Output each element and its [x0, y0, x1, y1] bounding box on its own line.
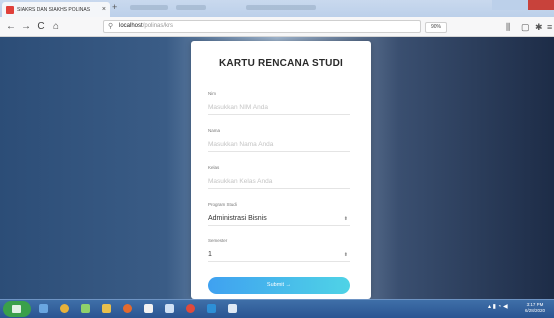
- blurred-window-title: [246, 5, 316, 10]
- taskbar-notepad-icon[interactable]: [225, 302, 240, 316]
- reload-icon[interactable]: C: [35, 20, 47, 34]
- extension-icon[interactable]: ✱: [535, 20, 543, 34]
- select-arrow-icon: ⬍: [343, 252, 348, 258]
- browser-nav-bar: ← → C ⌂ ⚲ localhost/polinas/krs 90% ⫼ ▢ …: [0, 17, 554, 37]
- window-controls: [492, 0, 554, 10]
- windows-logo-icon: [12, 305, 21, 313]
- kelas-input[interactable]: Masukkan Kelas Anda: [208, 176, 350, 189]
- start-button[interactable]: [3, 301, 31, 317]
- taskbar-app-icon[interactable]: [78, 302, 93, 316]
- krs-form-card: KARTU RENCANA STUDI Nim Masukkan NIM And…: [191, 41, 371, 299]
- url-text: localhost/polinas/krs: [119, 23, 174, 29]
- system-clock[interactable]: 3:17 PM 6/28/2020: [522, 302, 548, 314]
- browser-tab-bar: SIAKRS DAN SIAKHS POLINAS × +: [0, 0, 554, 17]
- minimize-button[interactable]: [492, 0, 510, 10]
- nama-label: Nama: [208, 128, 221, 133]
- close-window-button[interactable]: [528, 0, 554, 10]
- kelas-label: Kelas: [208, 165, 220, 170]
- taskbar-opera-icon[interactable]: [183, 302, 198, 316]
- semester-label: Semester: [208, 238, 228, 243]
- close-tab-icon[interactable]: ×: [102, 6, 106, 13]
- program-studi-label: Program Studi: [208, 202, 237, 207]
- clock-time: 3:17 PM: [526, 302, 544, 307]
- program-studi-value: Administrasi Bisnis: [208, 215, 267, 222]
- semester-field: Semester 1 ⬍: [208, 238, 350, 262]
- taskbar-media-icon[interactable]: [141, 302, 156, 316]
- select-arrow-icon: ⬍: [343, 216, 348, 222]
- favicon-icon: [6, 5, 14, 14]
- menu-icon[interactable]: ≡: [547, 20, 552, 34]
- taskbar: ▴ ▮ ◔ ◀ 3:17 PM 6/28/2020: [0, 299, 554, 318]
- taskbar-window-icon[interactable]: [162, 302, 177, 316]
- back-icon[interactable]: ←: [5, 20, 17, 34]
- kelas-field: Kelas Masukkan Kelas Anda: [208, 165, 350, 189]
- search-icon: ⚲: [108, 23, 114, 30]
- blurred-tab: [176, 5, 206, 10]
- taskbar-vscode-icon[interactable]: [204, 302, 219, 316]
- taskbar-chrome-icon[interactable]: [57, 302, 72, 316]
- taskbar-firefox-icon[interactable]: [120, 302, 135, 316]
- new-tab-button[interactable]: +: [112, 3, 117, 12]
- zoom-level[interactable]: 90%: [425, 22, 447, 33]
- program-studi-select[interactable]: Administrasi Bisnis ⬍: [208, 213, 350, 226]
- tray-icons[interactable]: ▴ ▮ ◔ ◀: [488, 303, 508, 310]
- nim-field: Nim Masukkan NIM Anda: [208, 91, 350, 115]
- forward-icon[interactable]: →: [20, 20, 32, 34]
- clock-date: 6/28/2020: [524, 308, 546, 313]
- program-studi-field: Program Studi Administrasi Bisnis ⬍: [208, 202, 350, 226]
- taskbar-explorer-icon[interactable]: [36, 302, 51, 316]
- nim-label: Nim: [208, 91, 216, 96]
- library-icon[interactable]: ⫼: [506, 20, 510, 34]
- semester-value: 1: [208, 251, 212, 258]
- tab-title: SIAKRS DAN SIAKHS POLINAS: [17, 6, 91, 13]
- blurred-tab: [130, 5, 168, 10]
- browser-tab[interactable]: SIAKRS DAN SIAKHS POLINAS ×: [2, 2, 110, 17]
- maximize-button[interactable]: [510, 0, 528, 10]
- semester-select[interactable]: 1 ⬍: [208, 249, 350, 262]
- taskbar-folder-icon[interactable]: [99, 302, 114, 316]
- page-background: KARTU RENCANA STUDI Nim Masukkan NIM And…: [0, 37, 554, 299]
- nama-field: Nama Masukkan Nama Anda: [208, 128, 350, 152]
- sidebar-icon[interactable]: ▢: [521, 20, 530, 34]
- address-bar[interactable]: ⚲ localhost/polinas/krs: [103, 20, 421, 33]
- home-icon[interactable]: ⌂: [50, 20, 62, 34]
- submit-button[interactable]: Submit →: [208, 277, 350, 294]
- nim-input[interactable]: Masukkan NIM Anda: [208, 102, 350, 115]
- form-title: KARTU RENCANA STUDI: [219, 58, 343, 69]
- nama-input[interactable]: Masukkan Nama Anda: [208, 139, 350, 152]
